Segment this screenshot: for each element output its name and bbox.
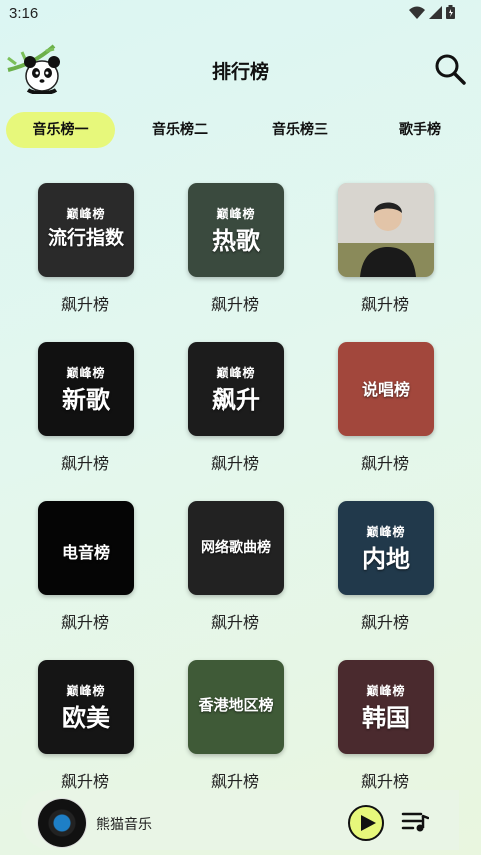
cover-title: 欧美 [62,704,110,732]
singer-portrait-icon [338,183,434,277]
status-icons [409,5,455,19]
chart-label: 飙升榜 [210,295,259,314]
chart-label: 飙升榜 [60,772,109,791]
chart-cover[interactable]: 巅峰榜 流行指数 [38,183,134,277]
chart-label: 飙升榜 [210,772,259,791]
signal-icon [429,5,442,19]
cover-title: 飙升 [212,386,260,414]
tab-singer-chart[interactable]: 歌手榜 [371,112,469,148]
chart-cover[interactable]: 电音榜 [38,501,134,595]
chart-cover[interactable]: 巅峰榜 新歌 [38,342,134,436]
chart-cover[interactable]: 巅峰榜 内地 [338,501,434,595]
cover-brand: 巅峰榜 [366,684,406,698]
cover-brand: 巅峰榜 [66,366,106,380]
cover-title: 新歌 [62,386,110,414]
status-time: 3:16 [9,5,39,22]
play-icon [361,815,376,831]
cover-brand: 巅峰榜 [216,366,256,380]
player-app-name: 熊猫音乐 [96,817,152,833]
chart-cover[interactable]: 巅峰榜 热歌 [188,183,284,277]
cover-brand: 巅峰榜 [66,684,106,698]
chart-label: 飙升榜 [60,613,109,632]
chart-cover[interactable]: 巅峰榜 欧美 [38,660,134,754]
playlist-icon[interactable] [401,810,429,834]
tab-music-chart-2[interactable]: 音乐榜二 [131,112,229,148]
cover-title: 内地 [362,545,410,573]
chart-cover[interactable]: 香港地区榜 [188,660,284,754]
chart-cover[interactable]: 网络歌曲榜 [188,501,284,595]
chart-cover[interactable]: 巅峰榜 韩国 [338,660,434,754]
status-bar: 3:16 [0,0,481,28]
chart-cover[interactable]: 说唱榜 [338,342,434,436]
cover-title: 香港地区榜 [198,696,274,714]
wifi-icon [409,6,425,19]
chart-label: 飙升榜 [210,613,259,632]
tab-music-chart-3[interactable]: 音乐榜三 [251,112,349,148]
page-title: 排行榜 [211,61,269,83]
chart-label: 飙升榜 [210,454,259,473]
play-button[interactable] [348,805,384,841]
chart-cover[interactable] [338,183,434,277]
chart-label: 飙升榜 [360,613,409,632]
chart-label: 飙升榜 [360,295,409,314]
cover-title: 流行指数 [47,227,124,249]
cover-title: 网络歌曲榜 [201,540,271,556]
cover-brand: 巅峰榜 [66,207,106,221]
cover-title: 韩国 [362,704,410,732]
cover-brand: 巅峰榜 [216,207,256,221]
tab-music-chart-1[interactable]: 音乐榜一 [6,112,115,148]
battery-icon [446,5,455,19]
vinyl-disc-icon[interactable] [38,799,86,847]
header: 排行榜 [0,40,481,100]
chart-label: 飙升榜 [360,772,409,791]
cover-title: 热歌 [212,227,260,255]
cover-brand: 巅峰榜 [366,525,406,539]
category-tabs: 音乐榜一 音乐榜二 音乐榜三 歌手榜 [0,112,481,148]
chart-label: 飙升榜 [60,295,109,314]
cover-title: 说唱榜 [361,380,410,399]
chart-label: 飙升榜 [60,454,109,473]
chart-label: 飙升榜 [360,454,409,473]
chart-cover[interactable]: 巅峰榜 飙升 [188,342,284,436]
mini-player[interactable]: 熊猫音乐 [21,790,459,850]
search-icon[interactable] [433,52,467,86]
cover-title: 电音榜 [61,543,110,562]
